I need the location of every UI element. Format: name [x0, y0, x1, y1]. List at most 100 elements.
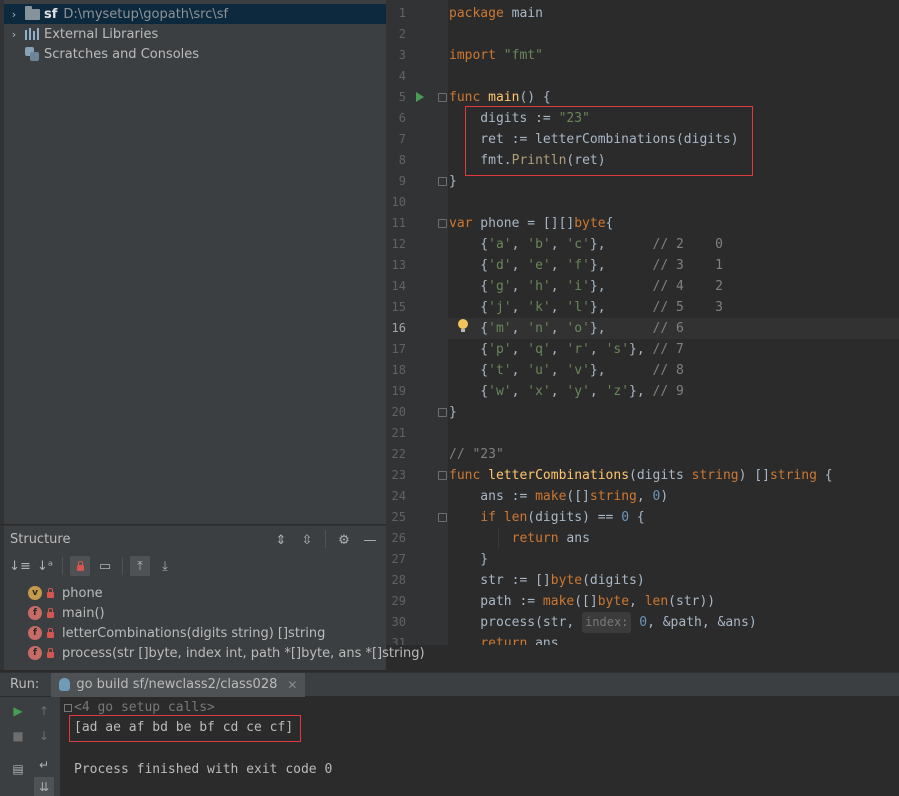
autoscroll-to-source-icon[interactable]: ⤒ [130, 556, 150, 576]
line-number: 30 [391, 615, 406, 629]
structure-item-process[interactable]: f process(str []byte, index int, path *[… [28, 643, 425, 663]
line-number: 10 [391, 195, 406, 209]
chevron-right-icon[interactable]: › [4, 8, 24, 21]
tree-item-external-libraries[interactable]: › External Libraries [4, 24, 386, 44]
code-line[interactable]: } [449, 402, 457, 423]
down-arrow-icon[interactable]: ↓ [34, 726, 54, 746]
run-tab[interactable]: go build sf/newclass2/class028 ✕ [51, 672, 306, 697]
structure-item-label: process(str []byte, index int, path *[]b… [62, 645, 425, 661]
code-line[interactable]: var phone = [][]byte{ [449, 213, 613, 234]
sort-alphabetically-icon[interactable]: ↓ᵃ [35, 556, 55, 576]
show-fields-icon[interactable]: ▭ [95, 556, 115, 576]
close-icon[interactable]: ✕ [287, 678, 297, 692]
show-non-public-icon[interactable] [70, 556, 90, 576]
up-arrow-icon[interactable]: ↑ [34, 701, 54, 721]
run-toolbar: ▶ ↑ ■ ↓ ▤ ↵ ⇊ [0, 697, 60, 796]
code-line[interactable]: } [449, 171, 457, 192]
run-gutter-icon[interactable] [416, 92, 424, 102]
code-line[interactable]: path := make([]byte, len(str)) [449, 591, 715, 612]
exit-message: Process finished with exit code 0 [74, 762, 333, 777]
structure-item-lettercombinations[interactable]: f letterCombinations(digits string) []st… [28, 623, 325, 643]
fold-marker-icon[interactable] [438, 93, 447, 102]
code-line[interactable]: process(str, index: 0, &path, &ans) [449, 612, 757, 633]
code-line[interactable]: {'t', 'u', 'v'}, // 8 [449, 360, 684, 381]
structure-item-main[interactable]: f main() [28, 603, 105, 623]
expand-icon[interactable] [64, 703, 72, 712]
scratches-icon [24, 47, 40, 61]
line-number: 28 [391, 573, 406, 587]
line-number: 6 [398, 111, 406, 125]
code-line[interactable]: ans := make([]string, 0) [449, 486, 668, 507]
lock-icon [47, 607, 54, 618]
line-number: 12 [391, 237, 406, 251]
stop-icon[interactable]: ■ [8, 726, 28, 746]
code-line[interactable]: {'a', 'b', 'c'}, // 2 0 [449, 234, 723, 255]
code-line[interactable]: {'j', 'k', 'l'}, // 5 3 [449, 297, 723, 318]
code-line[interactable]: {'p', 'q', 'r', 's'}, // 7 [449, 339, 684, 360]
minimize-icon[interactable]: — [360, 530, 380, 550]
lock-icon [47, 587, 54, 598]
chevron-right-icon[interactable]: › [4, 28, 24, 41]
code-line[interactable]: // "23" [449, 444, 504, 465]
structure-item-phone[interactable]: v phone [28, 583, 103, 603]
function-icon: f [28, 646, 42, 660]
code-line[interactable]: {'m', 'n', 'o'}, // 6 [449, 318, 684, 339]
gear-icon[interactable]: ⚙ [334, 530, 354, 550]
code-line[interactable]: {'d', 'e', 'f'}, // 3 1 [449, 255, 723, 276]
line-number: 31 [391, 636, 406, 645]
tree-item-path: D:\mysetup\gopath\src\sf [63, 6, 229, 22]
line-number: 19 [391, 384, 406, 398]
run-console[interactable]: <4 go setup calls> [ad ae af bd be bf cd… [60, 697, 899, 796]
tree-item-scratches[interactable]: Scratches and Consoles [4, 44, 386, 64]
folder-icon [24, 5, 40, 21]
structure-item-label: main() [62, 605, 105, 621]
line-number: 16 [391, 321, 406, 335]
code-line[interactable]: str := []byte(digits) [449, 570, 644, 591]
code-line[interactable]: {'w', 'x', 'y', 'z'}, // 9 [449, 381, 684, 402]
code-line[interactable]: func letterCombinations(digits string) [… [449, 465, 833, 486]
line-number: 7 [398, 132, 406, 146]
fold-marker-icon[interactable] [438, 471, 447, 480]
line-number: 24 [391, 489, 406, 503]
line-number: 8 [398, 153, 406, 167]
line-number: 20 [391, 405, 406, 419]
code-line[interactable]: func main() { [449, 87, 551, 108]
line-number: 25 [391, 510, 406, 524]
parameter-hint: index: [582, 612, 632, 633]
fold-marker-icon[interactable] [438, 177, 447, 186]
layout-icon[interactable]: ▤ [8, 759, 28, 779]
line-number: 1 [398, 6, 406, 20]
expand-all-icon[interactable]: ⇕ [271, 530, 291, 550]
tree-item-label: External Libraries [44, 26, 159, 42]
scroll-to-end-icon[interactable]: ⇊ [34, 777, 54, 796]
autoscroll-from-source-icon[interactable]: ⤓ [155, 556, 175, 576]
structure-tool-window: Structure ⇕ ⇳ ⚙ — ↓≡ ↓ᵃ ▭ ⤒ ⤓ v phone f … [0, 525, 425, 670]
code-line[interactable]: return ans [449, 633, 558, 645]
sort-by-visibility-icon[interactable]: ↓≡ [9, 556, 31, 576]
go-icon [59, 678, 71, 691]
highlight-box-output [69, 715, 301, 742]
code-line[interactable]: return ans [449, 528, 590, 549]
code-line[interactable]: import "fmt" [449, 45, 543, 66]
fold-marker-icon[interactable] [438, 408, 447, 417]
structure-item-label: letterCombinations(digits string) []stri… [62, 625, 326, 641]
lock-icon [47, 647, 54, 658]
code-line[interactable]: } [449, 549, 488, 570]
code-editor[interactable]: package main import "fmt" func main() { di… [386, 0, 899, 645]
line-number: 17 [391, 342, 406, 356]
line-number: 26 [391, 531, 406, 545]
tree-item-sf[interactable]: › sf D:\mysetup\gopath\src\sf [4, 4, 386, 24]
structure-item-label: phone [62, 585, 103, 601]
code-line[interactable]: if len(digits) == 0 { [449, 507, 644, 528]
code-line[interactable]: package main [449, 3, 543, 24]
collapse-all-icon[interactable]: ⇳ [297, 530, 317, 550]
line-number: 4 [398, 69, 406, 83]
soft-wrap-icon[interactable]: ↵ [34, 755, 54, 775]
structure-title: Structure [10, 532, 71, 547]
fold-marker-icon[interactable] [438, 219, 447, 228]
code-line[interactable]: {'g', 'h', 'i'}, // 4 2 [449, 276, 723, 297]
rerun-icon[interactable]: ▶ [8, 701, 28, 721]
variable-icon: v [28, 586, 42, 600]
library-icon [24, 27, 40, 41]
fold-marker-icon[interactable] [438, 513, 447, 522]
